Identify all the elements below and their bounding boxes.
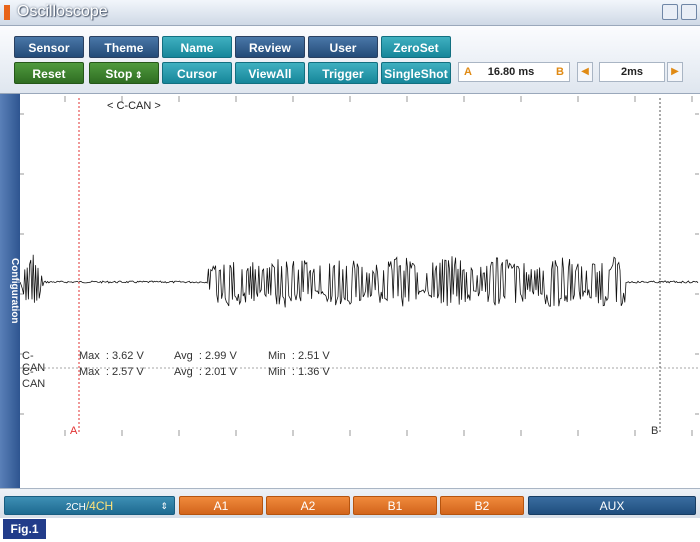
viewall-button[interactable]: ViewAll <box>235 62 305 84</box>
b1-button[interactable]: B1 <box>353 496 437 515</box>
stop-button[interactable]: Stop ⇕ <box>89 62 159 84</box>
stats-min: Min : 2.51 V <box>268 350 330 362</box>
trigger-button[interactable]: Trigger <box>308 62 378 84</box>
a1-button[interactable]: A1 <box>179 496 263 515</box>
zeroset-button[interactable]: ZeroSet <box>381 36 451 58</box>
channel-count-select[interactable]: 2CH/4CH ⇕ <box>4 496 175 515</box>
figure-label: Fig.1 <box>3 519 46 539</box>
timebase-value: 2ms <box>599 62 665 82</box>
theme-button[interactable]: Theme <box>89 36 159 58</box>
waveform-canvas: A B < C-CAN > <box>19 94 699 488</box>
stop-label: Stop <box>105 67 133 81</box>
timebase-increase-button[interactable]: ▶ <box>667 62 683 82</box>
b2-button[interactable]: B2 <box>440 496 524 515</box>
configuration-tab[interactable]: Configuration <box>0 94 20 488</box>
window-title: Oscilloscope <box>17 3 108 20</box>
ch-a-label: 2CH <box>65 502 86 513</box>
stats-min: Min : 1.36 V <box>268 366 330 378</box>
configuration-label: Configuration <box>9 258 20 324</box>
cursor-a-icon[interactable]: A <box>464 63 472 81</box>
menu-icon[interactable] <box>681 4 697 20</box>
toolbar: SensorThemeNameReviewUser SettingZeroSet… <box>0 26 700 94</box>
stats-avg: Avg : 2.01 V <box>174 366 237 378</box>
name-button[interactable]: Name <box>162 36 232 58</box>
sensor-button[interactable]: Sensor <box>14 36 84 58</box>
reset-button[interactable]: Reset <box>14 62 84 84</box>
review-button[interactable]: Review <box>235 36 305 58</box>
cursor-b-label: B <box>651 425 658 437</box>
title-bar: Oscilloscope <box>0 0 700 26</box>
restore-icon[interactable] <box>662 4 678 20</box>
title-accent-icon <box>4 5 10 20</box>
cursor-b-icon[interactable]: B <box>556 63 564 81</box>
stats-max: Max : 3.62 V <box>79 350 144 362</box>
aux-button[interactable]: AUX <box>528 496 696 515</box>
cursor-delta-value: 16.80 ms <box>487 66 535 78</box>
channel-tag: < C-CAN > <box>107 100 161 112</box>
ch-b-label: 4CH <box>89 499 114 513</box>
singleshot-button[interactable]: SingleShot <box>381 62 451 84</box>
a2-button[interactable]: A2 <box>266 496 350 515</box>
updown-icon: ⇕ <box>160 501 168 511</box>
user-setting-button[interactable]: User Setting <box>308 36 378 77</box>
cursor-a-label: A <box>70 425 78 437</box>
stats-max: Max : 2.57 V <box>79 366 144 378</box>
stats-channel: C-CAN <box>22 366 46 390</box>
cursor-button[interactable]: Cursor <box>162 62 232 84</box>
updown-icon: ⇕ <box>132 70 143 80</box>
cursor-delta-display: A 16.80 ms B <box>458 62 570 82</box>
timebase-decrease-button[interactable]: ◀ <box>577 62 593 82</box>
stats-avg: Avg : 2.99 V <box>174 350 237 362</box>
waveform-plot[interactable]: A B < C-CAN > <box>19 94 699 488</box>
